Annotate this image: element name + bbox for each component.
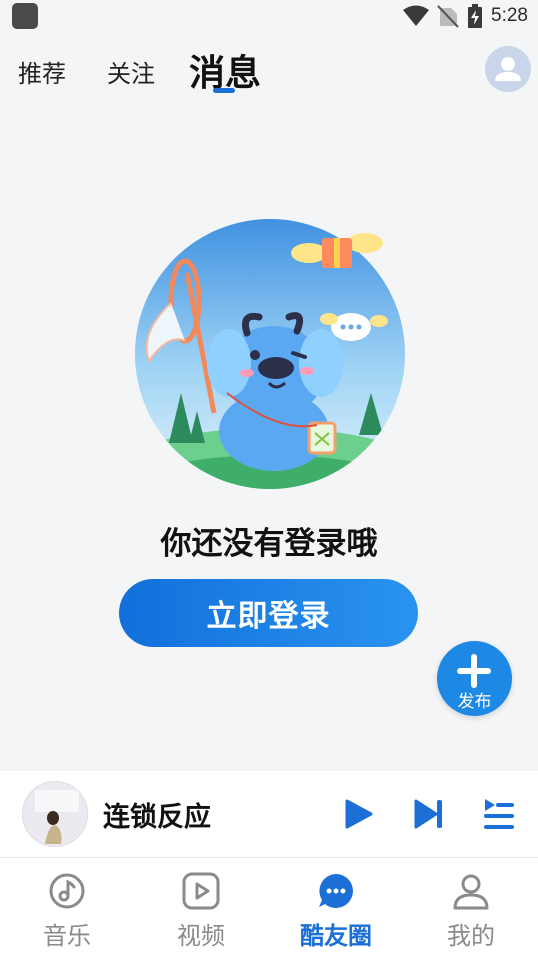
nav-music-label: 音乐 (43, 922, 91, 950)
mascot-illustration (135, 219, 405, 489)
login-now-button[interactable]: 立即登录 (119, 579, 418, 647)
active-tab-indicator (213, 88, 235, 93)
default-avatar-icon (495, 57, 521, 81)
album-cover[interactable] (22, 781, 88, 847)
publish-label: 发布 (457, 692, 492, 712)
no-sim-icon (437, 5, 459, 28)
next-track-icon[interactable] (412, 797, 446, 831)
music-note-icon (49, 873, 85, 909)
plus-icon (457, 654, 491, 688)
battery-charging-icon (468, 4, 483, 28)
mini-player[interactable]: 连锁反应 (0, 771, 538, 858)
nav-mine-label: 我的 (447, 922, 495, 950)
nav-video[interactable]: 视频 (134, 858, 268, 957)
nav-mine[interactable]: 我的 (404, 858, 538, 957)
tab-recommend[interactable]: 推荐 (18, 54, 66, 89)
clock: 5:28 (491, 5, 528, 26)
play-square-icon (182, 872, 220, 910)
user-avatar-button[interactable] (485, 46, 531, 92)
publish-button[interactable]: 发布 (437, 641, 512, 716)
album-art-image (23, 782, 87, 846)
wifi-icon (403, 5, 430, 26)
play-icon[interactable] (341, 797, 375, 831)
nav-friends-circle[interactable]: 酷友圈 (269, 858, 403, 957)
bottom-navigation: 音乐 视频 酷友圈 我的 (0, 858, 538, 957)
login-prompt: 你还没有登录哦 (160, 526, 378, 562)
playlist-icon[interactable] (482, 797, 516, 831)
person-icon (453, 874, 489, 910)
song-title: 连锁反应 (103, 802, 211, 833)
app-notification-icon (12, 3, 38, 29)
status-bar: 5:28 (0, 0, 538, 32)
nav-video-label: 视频 (177, 922, 225, 950)
chat-bubble-icon (319, 874, 353, 908)
nav-music[interactable]: 音乐 (0, 858, 134, 957)
tab-follow[interactable]: 关注 (107, 54, 155, 89)
nav-friends-circle-label: 酷友圈 (300, 922, 372, 950)
status-indicators: 5:28 (403, 3, 528, 29)
